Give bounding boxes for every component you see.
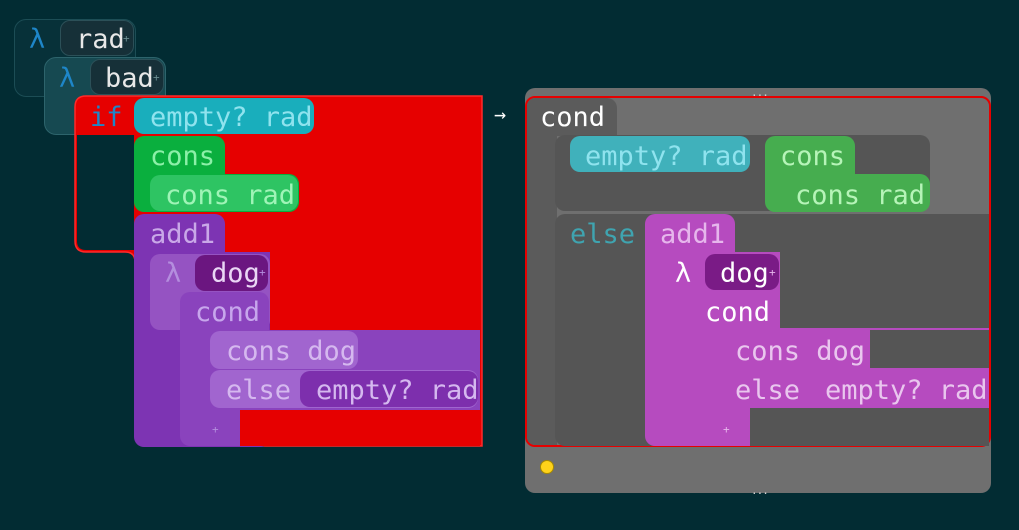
preview-add1-cover-3 bbox=[750, 408, 989, 446]
preview-cons-dog: cons dog bbox=[735, 336, 866, 367]
cond-block-cover bbox=[240, 410, 480, 446]
preview-add1-cover bbox=[780, 252, 989, 328]
condition-label: empty? rad bbox=[150, 102, 313, 133]
add-icon[interactable]: + bbox=[259, 267, 266, 278]
cond-keyword: cond bbox=[195, 297, 261, 328]
if-keyword: if bbox=[90, 102, 123, 133]
add-clause-icon[interactable]: + bbox=[723, 424, 730, 435]
preview-cond-keyword: cond bbox=[540, 102, 606, 133]
cons-rad-label: cons rad bbox=[165, 180, 296, 211]
preview-inner-else-value: empty? rad bbox=[825, 375, 988, 406]
preview-inner-else: else bbox=[735, 375, 801, 406]
preview-param-dog-label: dog bbox=[720, 258, 769, 289]
preview-inner-cond: cond bbox=[705, 297, 771, 328]
preview-add1-head: add1 bbox=[660, 219, 726, 250]
clause-else-keyword: else bbox=[226, 375, 292, 406]
clause-cons-dog-label: cons dog bbox=[226, 336, 357, 367]
add1-head: add1 bbox=[150, 219, 216, 250]
code-editor: λ rad + λ bad + if empty? rad cons cons … bbox=[0, 0, 506, 470]
status-dot-icon bbox=[540, 460, 554, 474]
arrow-right-icon: → bbox=[494, 102, 507, 126]
preview-cons-rad: cons rad bbox=[795, 180, 926, 211]
more-icon[interactable]: ... bbox=[751, 485, 769, 496]
cons-head: cons bbox=[150, 141, 216, 172]
preview-add1-cover-2 bbox=[870, 330, 989, 368]
preview-else-keyword: else bbox=[570, 219, 636, 250]
preview-empty-rad-label: empty? rad bbox=[585, 141, 748, 172]
lambda-icon: λ bbox=[165, 258, 182, 289]
add-clause-icon[interactable]: + bbox=[212, 424, 219, 435]
preview-cons-head: cons bbox=[780, 141, 846, 172]
preview-cond-body bbox=[527, 134, 557, 445]
add-icon[interactable]: + bbox=[769, 267, 776, 278]
clause-else-value-label: empty? rad bbox=[316, 375, 479, 406]
lambda-icon: λ bbox=[675, 258, 692, 289]
param-label-dog: dog bbox=[211, 258, 260, 289]
